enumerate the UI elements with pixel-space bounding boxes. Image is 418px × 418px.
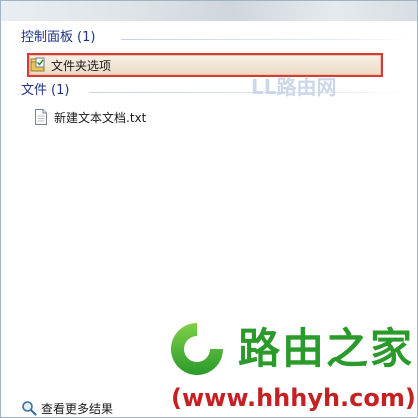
start-menu-search-results: 控制面板 (1) 文件夹选项 文件 (1) 新建文本文档.txt 路由之家 (w… [0,0,418,418]
see-more-label: 查看更多结果 [41,401,114,416]
group-count: (1) [77,30,96,45]
result-item-label: 文件夹选项 [51,58,112,73]
result-item-new-text-document[interactable]: 新建文本文档.txt [33,107,233,127]
see-more-results-link[interactable]: 查看更多结果 [21,399,113,417]
search-icon [21,400,37,416]
watermark: 路由之家 (www.hhhyh.com) [166,319,417,417]
result-item-label: 新建文本文档.txt [54,110,147,125]
brand-logo-icon [166,319,228,377]
watermark-url-text: (www.hhhyh.com) [171,384,416,412]
folder-options-icon [30,57,46,73]
watermark-brand-text: 路由之家 [238,324,415,373]
text-document-icon [33,109,49,125]
group-header-control-panel[interactable]: 控制面板 (1) [21,29,95,47]
group-header-files[interactable]: 文件 (1) [21,82,69,100]
group-divider [121,39,411,40]
group-count: (1) [51,83,70,98]
group-divider [89,92,411,93]
watermark-faded-text: LL路由网 [251,75,337,99]
group-title: 控制面板 [21,30,74,45]
blurred-top-strip [1,1,417,21]
group-title: 文件 [21,83,48,98]
